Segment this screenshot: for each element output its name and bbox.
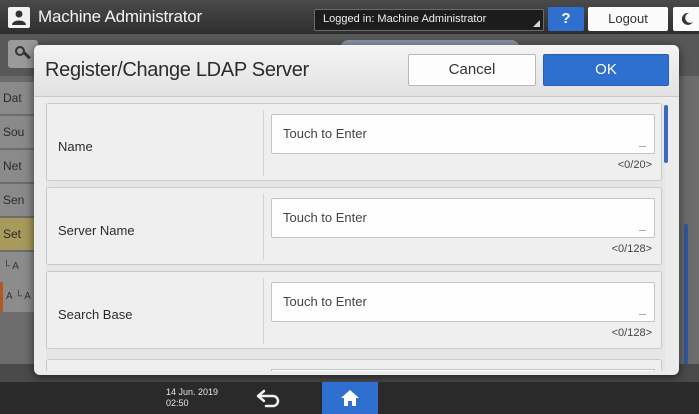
- divider: [263, 278, 264, 344]
- partial-input[interactable]: [271, 369, 655, 371]
- login-status-text: Logged in: Machine Administrator: [323, 13, 487, 25]
- name-input[interactable]: Touch to Enter: [271, 114, 655, 154]
- logout-button[interactable]: Logout: [588, 7, 668, 31]
- energy-saver-icon: [681, 12, 693, 25]
- background-sidebar-item: Dat: [0, 82, 34, 114]
- time-text: 02:50: [166, 398, 189, 408]
- field-row-name: Name Touch to Enter <0/20>: [46, 103, 662, 181]
- status-bar: Machine Administrator Logged in: Machine…: [0, 0, 699, 34]
- dialog-form: Name Touch to Enter <0/20> Server Name T…: [46, 103, 665, 371]
- ldap-server-dialog: Register/Change LDAP Server Cancel OK Na…: [34, 45, 679, 375]
- server-name-input[interactable]: Touch to Enter: [271, 198, 655, 238]
- background-sidebar-subitem: A └ A: [0, 282, 34, 312]
- home-icon: [341, 390, 359, 406]
- login-status-field[interactable]: Logged in: Machine Administrator: [314, 9, 544, 31]
- field-label: Server Name: [58, 223, 135, 238]
- date-time: 14 Jun. 2019 02:50: [166, 387, 218, 409]
- date-text: 14 Jun. 2019: [166, 387, 219, 397]
- background-sidebar: Dat Sou Net Sen Set └ A A └ A: [0, 82, 34, 312]
- background-sidebar-item: Sen: [0, 184, 34, 216]
- energy-saver-button[interactable]: [673, 7, 699, 31]
- character-count: <0/128>: [611, 243, 652, 255]
- scrollbar-thumb[interactable]: [664, 105, 668, 163]
- help-button[interactable]: ?: [548, 7, 584, 31]
- field-row-search-base: Search Base Touch to Enter <0/128>: [46, 271, 662, 349]
- character-count: <0/128>: [611, 327, 652, 339]
- field-label: Name: [58, 139, 93, 154]
- search-base-input[interactable]: Touch to Enter: [271, 282, 655, 322]
- ok-button[interactable]: OK: [543, 54, 669, 86]
- user-title: Machine Administrator: [38, 7, 202, 26]
- cancel-button[interactable]: Cancel: [408, 54, 536, 86]
- field-row-partial: [46, 359, 662, 371]
- field-label: Search Base: [58, 307, 133, 322]
- user-icon: [8, 7, 30, 28]
- back-arrow-icon: [256, 389, 280, 408]
- home-button[interactable]: [322, 382, 378, 414]
- background-scrollbar: [684, 224, 688, 364]
- dialog-scrollbar[interactable]: [664, 103, 668, 363]
- background-sidebar-item-selected: Set: [0, 218, 34, 250]
- background-sidebar-subitem: └ A: [0, 252, 34, 282]
- background-sidebar-item: Sou: [0, 116, 34, 148]
- corner-indicator-icon: [533, 20, 540, 27]
- character-count: <0/20>: [617, 159, 652, 171]
- dialog-title: Register/Change LDAP Server: [45, 59, 309, 81]
- back-button[interactable]: [254, 385, 284, 411]
- dialog-header: Register/Change LDAP Server Cancel OK: [34, 45, 679, 97]
- background-sidebar-item: Net: [0, 150, 34, 182]
- divider: [263, 110, 264, 176]
- divider: [263, 194, 264, 260]
- system-bar: 14 Jun. 2019 02:50: [0, 382, 699, 414]
- field-row-server-name: Server Name Touch to Enter <0/128>: [46, 187, 662, 265]
